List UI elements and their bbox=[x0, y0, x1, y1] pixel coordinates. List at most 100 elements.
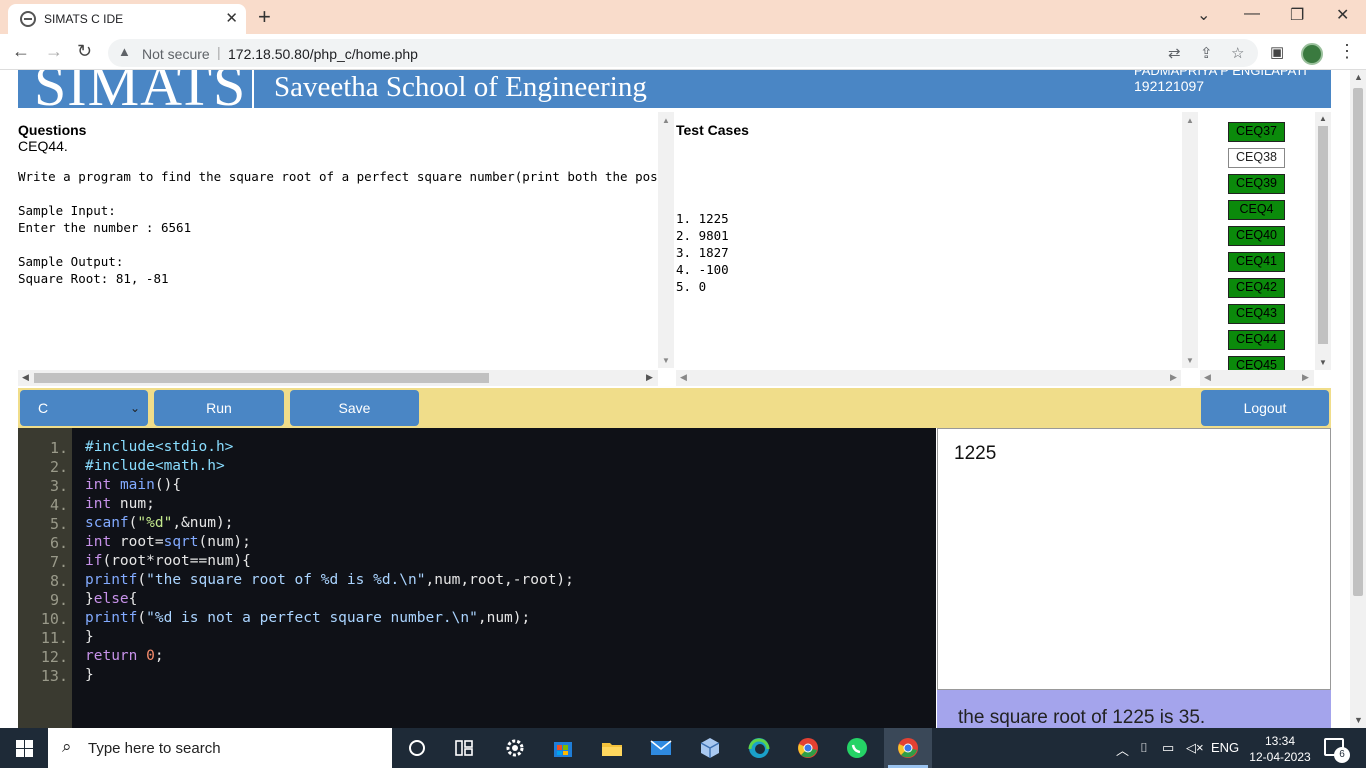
code-line[interactable]: printf("%d is not a perfect square numbe… bbox=[85, 610, 530, 626]
line-number: 4. bbox=[49, 496, 68, 514]
line-number: 11. bbox=[40, 629, 68, 647]
test-cases-vscroll[interactable]: ▲ ▼ bbox=[1182, 112, 1198, 368]
forward-icon[interactable]: → bbox=[45, 41, 63, 62]
test-case-item: 1. 1225 bbox=[676, 211, 729, 226]
code-line[interactable]: int main(){ bbox=[85, 477, 181, 493]
3d-viewer-icon[interactable] bbox=[698, 736, 724, 760]
edge-browser-icon[interactable] bbox=[747, 736, 773, 760]
questions-heading: Questions bbox=[18, 122, 87, 138]
chevron-up-icon[interactable]: ︿ bbox=[1116, 740, 1129, 759]
reload-icon[interactable]: ↻ bbox=[77, 41, 92, 62]
save-button[interactable]: Save bbox=[290, 390, 419, 426]
profile-avatar[interactable] bbox=[1301, 43, 1323, 65]
code-line[interactable]: int root=sqrt(num); bbox=[85, 534, 251, 550]
side-panel-icon[interactable]: ▣ bbox=[1270, 43, 1284, 61]
input-language[interactable]: ENG bbox=[1211, 740, 1239, 755]
run-button[interactable]: Run bbox=[154, 390, 284, 426]
clock-date: 12-04-2023 bbox=[1249, 750, 1311, 764]
questions-vscroll[interactable]: ▲ ▼ bbox=[658, 112, 674, 368]
code-line[interactable]: } bbox=[85, 629, 94, 645]
task-view-icon[interactable] bbox=[452, 736, 478, 760]
question-item[interactable]: CEQ41 bbox=[1228, 252, 1285, 272]
test-cases-heading: Test Cases bbox=[676, 122, 749, 138]
logo-divider bbox=[252, 70, 254, 108]
share-icon[interactable]: ⇪ bbox=[1200, 44, 1213, 62]
taskbar-search[interactable]: ⌕ Type here to search bbox=[48, 728, 392, 768]
close-tab-icon[interactable]: ✕ bbox=[225, 9, 238, 27]
warning-icon: ▲ bbox=[118, 44, 131, 59]
question-item[interactable]: CEQ37 bbox=[1228, 122, 1285, 142]
question-item[interactable]: CEQ43 bbox=[1228, 304, 1285, 324]
back-icon[interactable]: ← bbox=[12, 41, 30, 62]
browser-tab[interactable]: SIMATS C IDE ✕ bbox=[8, 4, 246, 34]
battery-icon[interactable]: ▭ bbox=[1162, 740, 1174, 756]
restore-icon[interactable]: ❐ bbox=[1290, 5, 1304, 25]
mail-icon[interactable] bbox=[649, 736, 675, 760]
question-item[interactable]: CEQ44 bbox=[1228, 330, 1285, 350]
line-number: 3. bbox=[49, 477, 68, 495]
page-scroll-thumb[interactable] bbox=[1353, 88, 1363, 596]
code-editor[interactable]: 1. 2. 3. 4. 5. 6. 7. 8. 9. 10. 11. 12. 1… bbox=[18, 428, 936, 728]
url-text[interactable]: 172.18.50.80/php_c/home.php bbox=[228, 46, 418, 62]
page-vscroll[interactable]: ▲ ▼ bbox=[1350, 70, 1366, 728]
output-text: the square root of 1225 is 35. bbox=[958, 707, 1206, 728]
test-case-item: 5. 0 bbox=[676, 279, 707, 294]
question-list-vscroll[interactable]: ▲ ▼ bbox=[1315, 112, 1331, 370]
code-line[interactable]: if(root*root==num){ bbox=[85, 553, 251, 569]
code-line[interactable]: printf("the square root of %d is %d.\n",… bbox=[85, 572, 574, 588]
question-item[interactable]: CEQ45 bbox=[1228, 356, 1285, 370]
settings-gear-icon[interactable] bbox=[503, 736, 529, 760]
question-item[interactable]: CEQ38 bbox=[1228, 148, 1285, 168]
test-case-item: 3. 1827 bbox=[676, 245, 729, 260]
stdin-value: 1225 bbox=[954, 443, 997, 464]
code-line[interactable]: int num; bbox=[85, 496, 155, 512]
bookmark-star-icon[interactable]: ☆ bbox=[1231, 44, 1244, 62]
new-tab-button[interactable]: + bbox=[258, 4, 271, 30]
scroll-up-arrow[interactable]: ▲ bbox=[1354, 72, 1363, 82]
code-line[interactable]: scanf("%d",&num); bbox=[85, 515, 233, 531]
whatsapp-icon[interactable] bbox=[845, 736, 871, 760]
chevron-down-icon: ⌄ bbox=[129, 401, 140, 415]
line-number: 1. bbox=[49, 439, 68, 457]
windows-start-icon[interactable] bbox=[0, 728, 48, 768]
question-item[interactable]: CEQ39 bbox=[1228, 174, 1285, 194]
test-case-item: 2. 9801 bbox=[676, 228, 729, 243]
question-item[interactable]: CEQ4 bbox=[1228, 200, 1285, 220]
test-cases-hscroll[interactable]: ◀ ▶ bbox=[676, 370, 1181, 386]
language-select[interactable]: C ⌄ bbox=[20, 390, 148, 426]
code-line[interactable]: #include<math.h> bbox=[85, 458, 225, 474]
cortana-icon[interactable] bbox=[405, 736, 431, 760]
code-line[interactable]: }else{ bbox=[85, 591, 137, 607]
logout-button[interactable]: Logout bbox=[1201, 390, 1329, 426]
microsoft-store-icon[interactable] bbox=[551, 736, 577, 760]
stdin-input[interactable]: 1225 bbox=[937, 428, 1331, 690]
notification-badge: 6 bbox=[1334, 747, 1350, 763]
system-clock[interactable]: 13:34 12-04-2023 bbox=[1248, 733, 1312, 765]
test-cases-panel: Test Cases 1. 1225 2. 9801 3. 1827 4. -1… bbox=[676, 112, 1181, 368]
chrome-active-icon[interactable] bbox=[884, 728, 932, 768]
minimize-icon[interactable]: — bbox=[1244, 5, 1260, 23]
translate-icon[interactable]: ⇄ bbox=[1168, 44, 1181, 62]
chrome-icon[interactable] bbox=[796, 736, 822, 760]
questions-hscroll[interactable]: ◀ ▶ bbox=[18, 370, 658, 386]
code-line[interactable]: } bbox=[85, 667, 94, 683]
device-icon[interactable]: ⌷ bbox=[1140, 740, 1148, 756]
question-item[interactable]: CEQ42 bbox=[1228, 278, 1285, 298]
question-list-hscroll[interactable]: ◀ ▶ bbox=[1200, 370, 1314, 386]
tab-strip: SIMATS C IDE ✕ + ⌄ — ❐ ✕ bbox=[0, 0, 1366, 34]
questions-hscroll-thumb[interactable] bbox=[34, 373, 489, 383]
question-list-scroll-thumb[interactable] bbox=[1318, 126, 1328, 344]
omnibox[interactable]: ▲ Not secure | 172.18.50.80/php_c/home.p… bbox=[108, 39, 1258, 67]
code-line[interactable]: #include<stdio.h> bbox=[85, 439, 233, 455]
volume-muted-icon[interactable]: ◁× bbox=[1186, 740, 1204, 756]
file-explorer-icon[interactable] bbox=[600, 736, 626, 760]
question-item[interactable]: CEQ40 bbox=[1228, 226, 1285, 246]
notification-center-icon[interactable]: 6 bbox=[1324, 738, 1350, 763]
code-line[interactable]: return 0; bbox=[85, 648, 164, 664]
scroll-down-arrow[interactable]: ▼ bbox=[1354, 715, 1363, 725]
window-close-icon[interactable]: ✕ bbox=[1336, 5, 1349, 25]
tab-search-icon[interactable]: ⌄ bbox=[1197, 5, 1210, 25]
menu-kebab-icon[interactable]: ⋮ bbox=[1338, 41, 1356, 62]
security-status[interactable]: Not secure bbox=[142, 46, 210, 62]
question-list: CEQ37 CEQ38 CEQ39 CEQ4 CEQ40 CEQ41 CEQ42… bbox=[1200, 112, 1314, 370]
